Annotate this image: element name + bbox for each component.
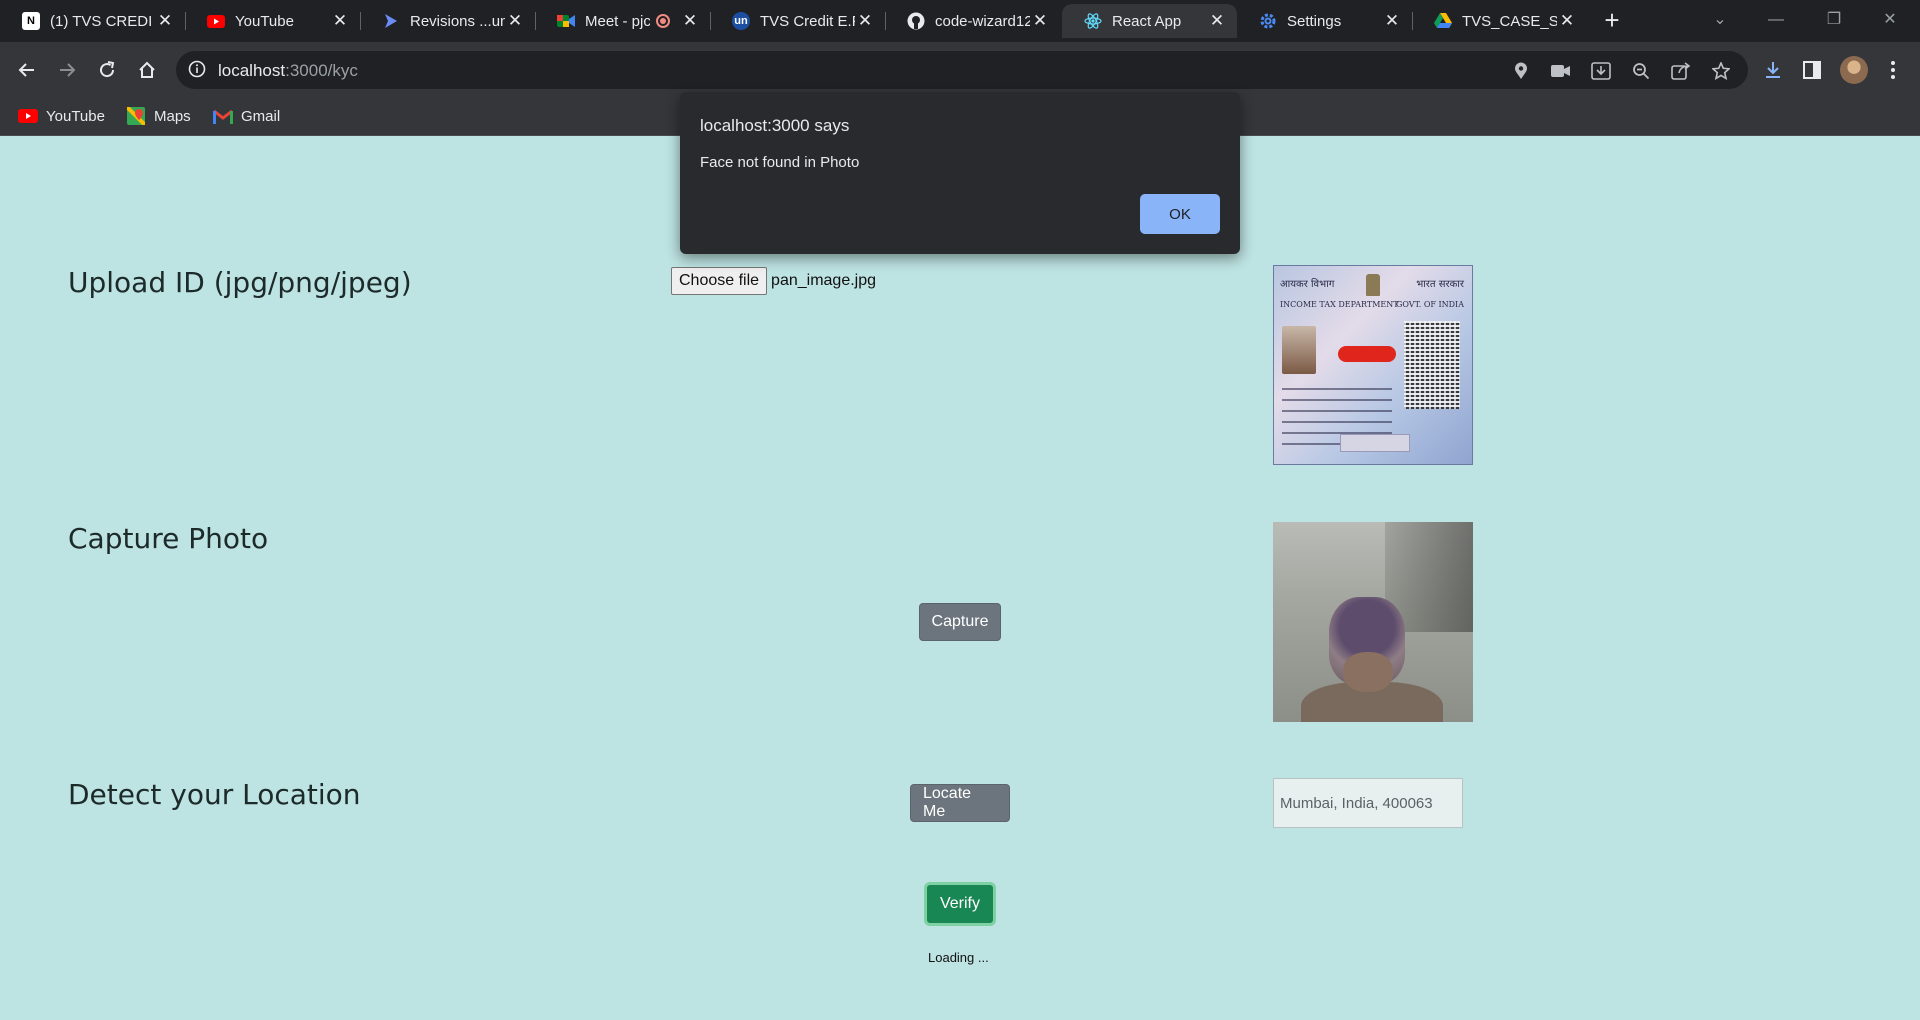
close-tab-icon[interactable]: ✕ [1382, 11, 1402, 31]
side-panel-icon[interactable] [1799, 57, 1825, 83]
tab-strip: N (1) TVS CREDI ✕ YouTube ✕ Revisions ..… [0, 0, 1920, 42]
tab-search-icon[interactable]: ⌄ [1700, 6, 1740, 34]
ok-button[interactable]: OK [1140, 194, 1220, 234]
close-tab-icon[interactable]: ✕ [1207, 11, 1227, 31]
loading-text: Loading ... [928, 950, 989, 965]
home-icon[interactable] [132, 55, 162, 85]
pan-hologram [1340, 434, 1410, 452]
bookmark-gmail[interactable]: Gmail [213, 106, 280, 126]
minimize-icon[interactable]: — [1756, 6, 1796, 34]
menu-kebab-icon[interactable] [1880, 57, 1906, 83]
tab-drive[interactable]: TVS_CASE_STU ✕ [1412, 4, 1587, 38]
youtube-icon [18, 106, 38, 126]
url-text: localhost:3000/kyc [218, 61, 358, 80]
tab-tvs-credit[interactable]: N (1) TVS CREDI ✕ [0, 4, 185, 38]
restore-icon[interactable]: ❐ [1814, 6, 1854, 34]
profile-avatar[interactable] [1840, 56, 1868, 84]
bookmark-youtube[interactable]: YouTube [18, 106, 105, 126]
location-pin-icon[interactable] [1511, 61, 1531, 81]
locate-me-button[interactable]: Locate Me [910, 784, 1010, 822]
close-tab-icon[interactable]: ✕ [1030, 11, 1050, 31]
tab-github[interactable]: code-wizard12 ✕ [885, 4, 1060, 38]
close-tab-icon[interactable]: ✕ [505, 11, 525, 31]
choose-file-button[interactable]: Choose file [671, 267, 768, 295]
react-icon [1084, 12, 1102, 30]
emblem-icon [1366, 274, 1380, 296]
captured-photo [1273, 522, 1473, 722]
capture-photo-label: Capture Photo [68, 522, 269, 555]
meet-icon [557, 12, 575, 30]
camera-icon[interactable] [1551, 61, 1571, 81]
location-field[interactable]: Mumbai, India, 400063 [1273, 778, 1463, 828]
reload-icon[interactable] [92, 55, 122, 85]
pan-holder-photo [1282, 326, 1316, 374]
downloads-icon[interactable] [1760, 57, 1786, 83]
selected-file-name: pan_image.jpg [771, 272, 877, 289]
forward-icon[interactable] [52, 55, 82, 85]
close-tab-icon[interactable]: ✕ [1557, 11, 1577, 31]
pan-govt: GOVT. OF INDIA [1396, 300, 1464, 309]
id-file-input[interactable]: Choose file pan_image.jpg [671, 267, 876, 295]
pan-dept: INCOME TAX DEPARTMENT [1280, 300, 1399, 309]
close-tab-icon[interactable]: ✕ [155, 11, 175, 31]
tab-youtube[interactable]: YouTube ✕ [185, 4, 360, 38]
browser-toolbar: localhost:3000/kyc [0, 42, 1920, 98]
address-bar[interactable]: localhost:3000/kyc [176, 51, 1748, 89]
dialog-message: Face not found in Photo [700, 154, 860, 171]
photo-subject-face [1343, 652, 1393, 692]
revisions-icon [382, 12, 400, 30]
github-icon [907, 12, 925, 30]
notion-icon: N [22, 12, 40, 30]
drive-icon [1434, 12, 1452, 30]
tab-tvs-credit-ep[interactable]: un TVS Credit E.P ✕ [710, 4, 885, 38]
close-window-icon[interactable]: ✕ [1870, 6, 1910, 34]
youtube-icon [207, 12, 225, 30]
alert-dialog: localhost:3000 says Face not found in Ph… [680, 92, 1240, 254]
new-tab-button[interactable]: + [1598, 6, 1626, 34]
maps-icon [126, 106, 146, 126]
bookmark-maps[interactable]: Maps [126, 106, 191, 126]
tab-revisions[interactable]: Revisions ...un ✕ [360, 4, 535, 38]
capture-button[interactable]: Capture [919, 603, 1001, 641]
close-tab-icon[interactable]: ✕ [330, 11, 350, 31]
redaction-mark [1338, 346, 1396, 362]
verify-button[interactable]: Verify [924, 882, 996, 926]
qr-code-icon [1404, 321, 1460, 409]
pan-hindi-dept: आयकर विभाग [1280, 279, 1335, 290]
recording-icon [656, 14, 670, 28]
dialog-origin: localhost:3000 says [700, 116, 850, 135]
gear-icon [1259, 12, 1277, 30]
share-icon[interactable] [1671, 61, 1691, 81]
tab-react-app[interactable]: React App ✕ [1062, 4, 1237, 38]
kyc-page: Upload ID (jpg/png/jpeg) Choose file pan… [0, 136, 1920, 1020]
site-info-icon[interactable] [188, 60, 206, 83]
back-icon[interactable] [12, 55, 42, 85]
gmail-icon [213, 106, 233, 126]
unstop-icon: un [732, 12, 750, 30]
zoom-icon[interactable] [1631, 61, 1651, 81]
detect-location-label: Detect your Location [68, 778, 361, 811]
bookmark-star-icon[interactable] [1711, 61, 1731, 81]
upload-id-label: Upload ID (jpg/png/jpeg) [68, 266, 412, 299]
install-app-icon[interactable] [1591, 61, 1611, 81]
pan-card-preview: आयकर विभाग भारत सरकार INCOME TAX DEPARTM… [1273, 265, 1473, 465]
tab-settings[interactable]: Settings ✕ [1237, 4, 1412, 38]
close-tab-icon[interactable]: ✕ [680, 11, 700, 31]
pan-hindi-govt: भारत सरकार [1416, 279, 1464, 290]
tab-meet[interactable]: Meet - pjc ✕ [535, 4, 710, 38]
close-tab-icon[interactable]: ✕ [855, 11, 875, 31]
